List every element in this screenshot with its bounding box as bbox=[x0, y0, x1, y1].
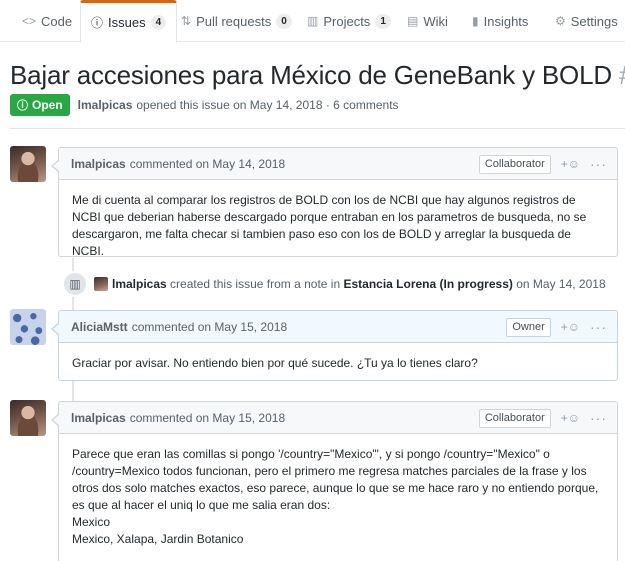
comment-body: Me di cuenta al comparar los registros d… bbox=[59, 180, 617, 272]
add-reaction-icon[interactable]: +☺ bbox=[561, 320, 580, 334]
tab-code[interactable]: <> Code bbox=[22, 0, 72, 42]
event-actor-link[interactable]: lmalpicas bbox=[112, 277, 167, 291]
comment: lmalpicas commented on May 15, 2018 Coll… bbox=[51, 401, 618, 561]
comment-author-link[interactable]: lmalpicas bbox=[71, 157, 126, 171]
avatar[interactable] bbox=[10, 309, 46, 345]
avatar[interactable] bbox=[10, 400, 46, 436]
timeline-event: ▥ lmalpicas created this issue from a no… bbox=[62, 270, 606, 298]
comment-paragraph: Parece que eran las comillas si pongo '/… bbox=[72, 447, 599, 512]
tab-issues[interactable]: ⓘ Issues 4 bbox=[80, 0, 178, 43]
comment-line: Mexico, Xalapa, Jardin Botanico bbox=[72, 532, 244, 546]
tab-pull-requests-label: Pull requests bbox=[196, 13, 272, 29]
more-options-icon[interactable]: ··· bbox=[590, 319, 607, 335]
comment-line: Mexico bbox=[72, 515, 111, 529]
header-divider bbox=[10, 128, 625, 129]
issue-meta: ⓘ Open lmalpicas opened this issue on Ma… bbox=[10, 94, 399, 116]
tab-pull-requests-count: 0 bbox=[276, 13, 292, 29]
comment-body: Parece que eran las comillas si pongo '/… bbox=[59, 434, 617, 560]
issue-author-link[interactable]: lmalpicas bbox=[78, 98, 133, 112]
comment-paragraph: Me di cuenta al comparar los registros d… bbox=[72, 193, 587, 258]
comment-paragraph: Graciar por avisar. No entiendo bien por… bbox=[72, 356, 478, 370]
graph-icon: ▮ bbox=[472, 14, 479, 28]
avatar[interactable] bbox=[10, 146, 46, 182]
code-icon: <> bbox=[22, 14, 37, 28]
issue-opened-icon: ⓘ bbox=[91, 16, 104, 30]
comment-timestamp[interactable]: commented on May 14, 2018 bbox=[130, 157, 285, 171]
add-reaction-icon[interactable]: +☺ bbox=[561, 157, 580, 171]
more-options-icon[interactable]: ··· bbox=[590, 156, 607, 172]
collaborator-badge: Collaborator bbox=[478, 154, 551, 174]
project-icon: ▥ bbox=[62, 271, 88, 297]
comment-author-link[interactable]: lmalpicas bbox=[71, 411, 126, 425]
comment-timestamp[interactable]: commented on May 15, 2018 bbox=[130, 411, 285, 425]
tab-projects[interactable]: ▥ Projects 1 bbox=[307, 0, 391, 42]
tab-issues-count: 4 bbox=[150, 15, 167, 30]
tab-insights-label: Insights bbox=[483, 13, 529, 29]
event-date[interactable]: on May 14, 2018 bbox=[516, 277, 605, 291]
issue-opened-icon: ⓘ bbox=[17, 100, 28, 112]
avatar[interactable] bbox=[94, 277, 108, 291]
comment: AliciaMstt commented on May 15, 2018 Own… bbox=[51, 310, 618, 384]
issue-meta-text: opened this issue on May 14, 2018 · 6 co… bbox=[136, 98, 399, 112]
owner-badge: Owner bbox=[506, 317, 551, 337]
tab-projects-label: Projects bbox=[323, 13, 371, 29]
repo-nav-tabs: <> Code ⓘ Issues 4 ⇅ Pull requests 0 ▥ P… bbox=[0, 0, 625, 43]
more-options-icon[interactable]: ··· bbox=[590, 410, 607, 426]
tab-settings-label: Settings bbox=[570, 13, 618, 29]
comment-header: lmalpicas commented on May 15, 2018 Coll… bbox=[59, 402, 617, 434]
collaborator-badge: Collaborator bbox=[478, 408, 551, 428]
comment-actions: Collaborator +☺ ··· bbox=[478, 148, 607, 180]
event-text: lmalpicas created this issue from a note… bbox=[112, 277, 606, 291]
tab-settings[interactable]: ⚙ Settings bbox=[555, 0, 618, 42]
comment-actions: Owner +☺ ··· bbox=[506, 311, 607, 343]
issue-title-text: Bajar accesiones para México de GeneBank… bbox=[10, 60, 612, 90]
project-icon: ▥ bbox=[307, 14, 319, 28]
comment: lmalpicas commented on May 14, 2018 Coll… bbox=[51, 147, 618, 258]
comment-author-link[interactable]: AliciaMstt bbox=[71, 320, 128, 334]
event-project-link[interactable]: Estancia Lorena bbox=[343, 277, 436, 291]
tab-wiki-label: Wiki bbox=[423, 13, 448, 29]
issue-title: Bajar accesiones para México de GeneBank… bbox=[10, 58, 625, 92]
comment-timestamp[interactable]: commented on May 15, 2018 bbox=[132, 320, 287, 334]
tab-wiki[interactable]: ▤ Wiki bbox=[407, 0, 448, 42]
issue-state-badge: ⓘ Open bbox=[10, 94, 70, 116]
comment-body: Graciar por avisar. No entiendo bien por… bbox=[59, 343, 617, 384]
event-action-text: created this issue from a note in bbox=[170, 277, 341, 291]
event-column-name: (In progress) bbox=[439, 277, 513, 291]
tab-code-label: Code bbox=[41, 13, 73, 29]
issue-number: #3 bbox=[619, 60, 625, 90]
tab-pull-requests[interactable]: ⇅ Pull requests 0 bbox=[181, 0, 292, 42]
git-pull-request-icon: ⇅ bbox=[181, 14, 192, 28]
issue-state-label: Open bbox=[32, 98, 63, 112]
tab-insights[interactable]: ▮ Insights bbox=[472, 0, 528, 42]
tab-issues-label: Issues bbox=[108, 15, 146, 30]
tab-projects-count: 1 bbox=[375, 13, 391, 29]
comment-header: lmalpicas commented on May 14, 2018 Coll… bbox=[59, 148, 617, 180]
gear-icon: ⚙ bbox=[555, 14, 566, 28]
add-reaction-icon[interactable]: +☺ bbox=[561, 411, 580, 425]
book-icon: ▤ bbox=[407, 14, 419, 28]
comment-actions: Collaborator +☺ ··· bbox=[478, 402, 607, 434]
comment-header: AliciaMstt commented on May 15, 2018 Own… bbox=[59, 311, 617, 343]
